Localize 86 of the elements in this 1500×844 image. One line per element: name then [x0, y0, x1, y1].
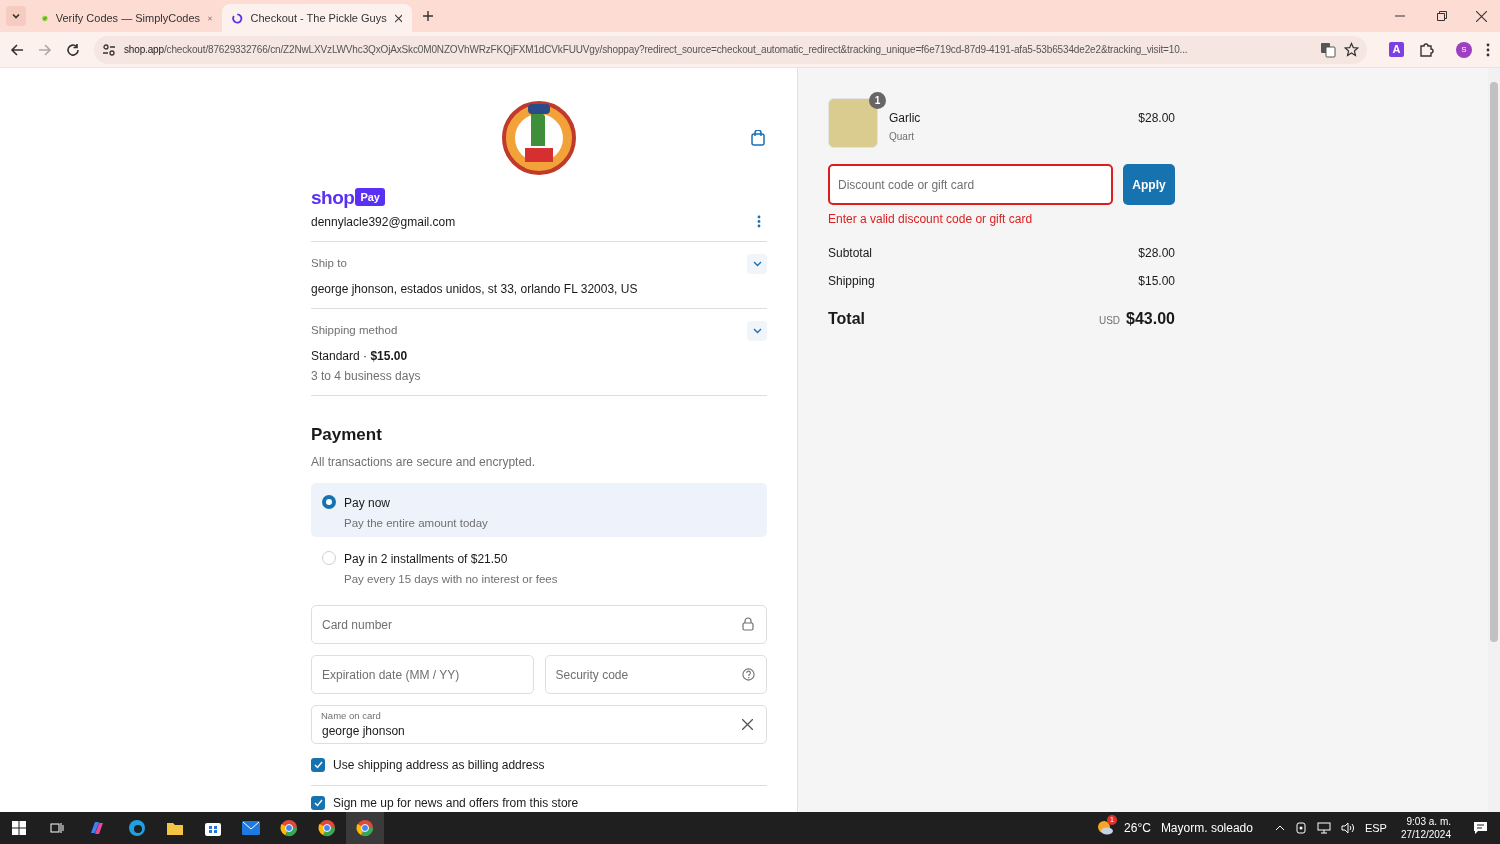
product-price: $28.00 — [1138, 110, 1175, 127]
security-code-field[interactable]: Security code — [544, 655, 767, 694]
section-value: george jhonson, estados unidos, st 33, orlando FL 32003, US — [311, 280, 639, 298]
option-description: Pay the entire amount today — [344, 516, 488, 531]
mail-icon[interactable] — [242, 821, 260, 835]
profile-avatar[interactable]: S — [1456, 41, 1472, 58]
restore-icon[interactable] — [1437, 11, 1447, 21]
notification-icon[interactable] — [1473, 821, 1488, 835]
apply-button[interactable]: Apply — [1123, 164, 1175, 205]
payment-heading: Payment — [311, 423, 383, 446]
scrollbar[interactable] — [1488, 68, 1500, 812]
summary-label: Subtotal — [828, 245, 873, 262]
product-variant: Quart — [889, 130, 915, 144]
product-photo-placeholder — [828, 98, 878, 148]
temperature-text: 26°C — [1124, 820, 1151, 837]
clock-date: 27/12/2024 — [1400, 828, 1451, 841]
translate-icon[interactable] — [1320, 41, 1336, 58]
chevron-up-icon[interactable] — [1274, 824, 1285, 832]
account-email: dennylacle392@gmail.com — [311, 213, 456, 231]
payment-option[interactable]: Pay now Pay the entire amount today — [311, 483, 767, 537]
summary-value: $15.00 — [1138, 273, 1175, 290]
weather-text: Mayorm. soleado — [1160, 820, 1253, 837]
shopping-bag-icon[interactable] — [751, 130, 765, 146]
reload-icon[interactable] — [66, 42, 80, 57]
expiration-date-field[interactable]: Expiration date (MM / YY) — [311, 655, 534, 694]
option-title: Pay in 2 installments of $21.50 — [344, 551, 509, 568]
payment-option[interactable]: Pay in 2 installments of $21.50 Pay every 15 days with no interest or fees — [311, 539, 767, 593]
back-icon[interactable] — [10, 42, 24, 57]
chevron-down-icon — [752, 327, 762, 334]
discount-error-message: Enter a valid discount code or gift card — [828, 211, 1034, 228]
clear-icon[interactable] — [742, 719, 753, 730]
star-icon[interactable] — [1344, 42, 1359, 57]
checkbox[interactable] — [311, 796, 325, 810]
lock-icon — [742, 617, 754, 631]
checkbox-label: Use shipping address as billing address — [333, 757, 545, 774]
total-label: Total — [828, 309, 866, 329]
puzzle-icon[interactable] — [1418, 41, 1434, 58]
product-name: Garlic — [889, 110, 921, 127]
tab-search-button[interactable] — [6, 6, 26, 26]
active-taskbar-button[interactable] — [346, 812, 384, 844]
folder-icon[interactable] — [166, 820, 184, 836]
tab-title: Verify Codes — SimplyCodes — [55, 10, 201, 26]
clock-time: 9:03 a. m. — [1406, 815, 1451, 828]
more-options-icon[interactable] — [757, 215, 761, 228]
site-settings-icon[interactable] — [102, 42, 116, 57]
new-tab-icon[interactable] — [422, 10, 434, 22]
quantity-badge: 1 — [869, 92, 886, 109]
summary-value: $28.00 — [1138, 245, 1175, 262]
discount-code-field[interactable]: Discount code or gift card — [828, 164, 1113, 205]
chevron-down-icon — [752, 260, 762, 267]
task-view-icon[interactable] — [50, 821, 64, 835]
shop-pay-badge: Pay — [355, 187, 385, 207]
address-bar[interactable] — [94, 35, 1367, 64]
checkbox[interactable] — [311, 758, 325, 772]
language-indicator[interactable]: ESP — [1364, 819, 1387, 837]
speaker-icon[interactable] — [1340, 822, 1355, 834]
option-title: Pay now — [344, 495, 392, 512]
close-tab-icon[interactable] — [394, 13, 402, 23]
close-icon[interactable] — [1476, 10, 1487, 22]
url-text: shop.app/checkout/87629332766/cn/Z2NwLXVzLWVhc3QxOjAxSkc0M0NZOVhWRzFKQjFXM1dCVkFUUVgy/shoppay?redirect_source=checkout_automatic_redirect&tracking_unique=f6e719cd-87d9-4191-afa5-53b6534de2e2&tracking_visit=10... — [124, 43, 1189, 57]
summary-label: Shipping — [828, 273, 875, 290]
menu-icon[interactable] — [1486, 42, 1490, 57]
checkbox-label: Sign me up for news and offers from this store — [333, 795, 579, 812]
tab-title: Checkout - The Pickle Guys — [250, 10, 387, 26]
browser-tab[interactable]: Verify Codes — SimplyCodes — [32, 4, 222, 32]
section-value: Standard · $15.00 — [311, 347, 409, 365]
shop-pay-logo-text: shop — [311, 187, 355, 207]
shop-favicon-icon — [232, 11, 243, 25]
total-amount: $43.00 — [1126, 309, 1175, 329]
section-label: Ship to — [311, 255, 347, 271]
network-icon[interactable] — [1316, 822, 1331, 834]
currency-code: USD — [1098, 314, 1121, 328]
section-label: Shipping method — [311, 322, 398, 338]
windows-start-icon[interactable] — [12, 821, 26, 835]
option-description: Pay every 15 days with no interest or fees — [344, 572, 558, 587]
browser-tab[interactable]: Checkout - The Pickle Guys — [222, 4, 412, 32]
payment-subtitle: All transactions are secure and encrypted. — [311, 454, 537, 471]
weather-sun-cloud-icon — [1096, 819, 1115, 837]
chevron-down-icon — [11, 11, 21, 21]
section-detail: 3 to 4 business days — [311, 367, 422, 385]
clock[interactable]: 9:03 a. m. 27/12/2024 — [1400, 815, 1451, 841]
field-label: Name on card — [321, 710, 381, 722]
radio-button[interactable] — [322, 495, 336, 509]
extension-icon[interactable]: A — [1389, 42, 1404, 57]
help-icon[interactable] — [742, 668, 755, 681]
card-number-field[interactable]: Card number — [311, 605, 767, 644]
